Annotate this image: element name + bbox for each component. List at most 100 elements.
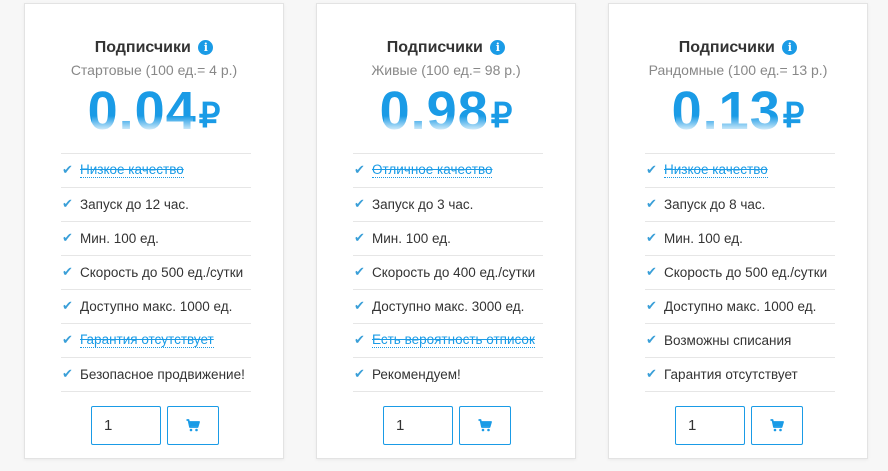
shopping-cart-icon [770,419,784,432]
feature-item: ✔ Мин. 100 ед. [61,221,251,255]
feature-item[interactable]: ✔ Есть вероятность отписок [353,323,543,357]
feature-text: Доступно макс. 1000 ед. [80,299,233,314]
currency-symbol: ₽ [782,97,805,135]
check-icon: ✔ [646,299,657,314]
card-title-row: Подписчики i [25,39,283,57]
feature-text: Скорость до 500 ед./сутки [80,265,244,280]
feature-item: ✔ Гарантия отсутствует [645,357,835,392]
check-icon: ✔ [354,265,365,280]
check-icon: ✔ [354,367,365,382]
feature-text: Низкое качество [664,162,768,178]
pricing-card: Подписчики i Стартовые (100 ед.= 4 р.) 0… [24,3,284,459]
feature-item: ✔ Доступно макс. 1000 ед. [645,289,835,323]
feature-text: Скорость до 400 ед./сутки [372,265,536,280]
quantity-input[interactable] [91,406,161,445]
check-icon: ✔ [354,163,365,178]
feature-item: ✔ Возможны списания [645,323,835,357]
feature-item: ✔ Безопасное продвижение! [61,357,251,392]
feature-text: Запуск до 12 час. [80,197,189,212]
check-icon: ✔ [646,197,657,212]
card-subtitle: Живые (100 ед.= 98 р.) [371,62,521,78]
feature-item[interactable]: ✔ Низкое качество [645,153,835,187]
feature-text: Мин. 100 ед. [80,231,159,246]
feature-item: ✔ Доступно макс. 1000 ед. [61,289,251,323]
card-subtitle: Рандомные (100 ед.= 13 р.) [648,62,828,78]
feature-text: Мин. 100 ед. [372,231,451,246]
pricing-cards: Подписчики i Стартовые (100 ед.= 4 р.) 0… [0,0,888,471]
feature-item: ✔ Скорость до 400 ед./сутки [353,255,543,289]
price-block: 0.04₽ [25,82,283,152]
info-icon[interactable]: i [490,40,506,55]
card-title: Подписчики [678,39,775,56]
feature-item[interactable]: ✔ Гарантия отсутствует [61,323,251,357]
info-icon[interactable]: i [198,40,214,55]
feature-text: Отличное качество [372,162,493,178]
feature-item[interactable]: ✔ Низкое качество [61,153,251,187]
shopping-cart-icon [478,419,492,432]
add-to-cart-button[interactable] [751,406,803,445]
feature-text: Запуск до 8 час. [664,197,766,212]
quantity-input[interactable] [383,406,453,445]
feature-list: ✔ Отличное качество ✔ Запуск до 3 час. ✔ Мин.… [353,153,543,392]
feature-text: Запуск до 3 час. [372,197,474,212]
feature-item: ✔ Скорость до 500 ед./сутки [61,255,251,289]
price-block: 0.98₽ [317,82,575,152]
card-subtitle: Стартовые (100 ед.= 4 р.) [70,62,238,78]
feature-item: ✔ Доступно макс. 3000 ед. [353,289,543,323]
check-icon: ✔ [646,163,657,178]
quantity-input[interactable] [675,406,745,445]
check-icon: ✔ [62,333,73,348]
card-title-row: Подписчики i [609,39,867,57]
check-icon: ✔ [646,231,657,246]
check-icon: ✔ [62,231,73,246]
check-icon: ✔ [646,265,657,280]
price-value: 0.13 [671,81,781,142]
check-icon: ✔ [354,197,365,212]
price-value: 0.04 [87,81,197,142]
check-icon: ✔ [62,163,73,178]
feature-item: ✔ Запуск до 8 час. [645,187,835,221]
price-block: 0.13₽ [609,82,867,152]
check-icon: ✔ [62,367,73,382]
check-icon: ✔ [62,197,73,212]
check-icon: ✔ [354,231,365,246]
feature-item: ✔ Запуск до 3 час. [353,187,543,221]
price-value: 0.98 [379,81,489,142]
check-icon: ✔ [354,333,365,348]
check-icon: ✔ [62,265,73,280]
feature-text: Скорость до 500 ед./сутки [664,265,828,280]
info-icon[interactable]: i [782,40,798,55]
card-title: Подписчики [94,39,191,56]
feature-item: ✔ Мин. 100 ед. [645,221,835,255]
feature-text: Безопасное продвижение! [80,367,245,382]
pricing-card: Подписчики i Рандомные (100 ед.= 13 р.) … [608,3,868,459]
check-icon: ✔ [62,299,73,314]
feature-text: Есть вероятность отписок [372,332,535,348]
feature-list: ✔ Низкое качество ✔ Запуск до 12 час. ✔ Мин. … [61,153,251,392]
currency-symbol: ₽ [198,97,221,135]
card-title: Подписчики [386,39,483,56]
add-to-cart-button[interactable] [459,406,511,445]
feature-text: Мин. 100 ед. [664,231,743,246]
feature-text: Возможны списания [664,333,792,348]
feature-text: Гарантия отсутствует [664,367,798,382]
card-title-row: Подписчики i [317,39,575,57]
currency-symbol: ₽ [490,97,513,135]
feature-text: Низкое качество [80,162,184,178]
add-to-cart-button[interactable] [167,406,219,445]
check-icon: ✔ [646,333,657,348]
feature-text: Доступно макс. 1000 ед. [664,299,817,314]
pricing-card: Подписчики i Живые (100 ед.= 98 р.) 0.98… [316,3,576,459]
feature-item: ✔ Скорость до 500 ед./сутки [645,255,835,289]
feature-list: ✔ Низкое качество ✔ Запуск до 8 час. ✔ Мин. 1… [645,153,835,392]
feature-item: ✔ Рекомендуем! [353,357,543,392]
feature-text: Доступно макс. 3000 ед. [372,299,525,314]
feature-item[interactable]: ✔ Отличное качество [353,153,543,187]
feature-text: Рекомендуем! [372,367,461,382]
shopping-cart-icon [186,419,200,432]
check-icon: ✔ [646,367,657,382]
feature-item: ✔ Мин. 100 ед. [353,221,543,255]
feature-item: ✔ Запуск до 12 час. [61,187,251,221]
feature-text: Гарантия отсутствует [80,332,214,348]
check-icon: ✔ [354,299,365,314]
